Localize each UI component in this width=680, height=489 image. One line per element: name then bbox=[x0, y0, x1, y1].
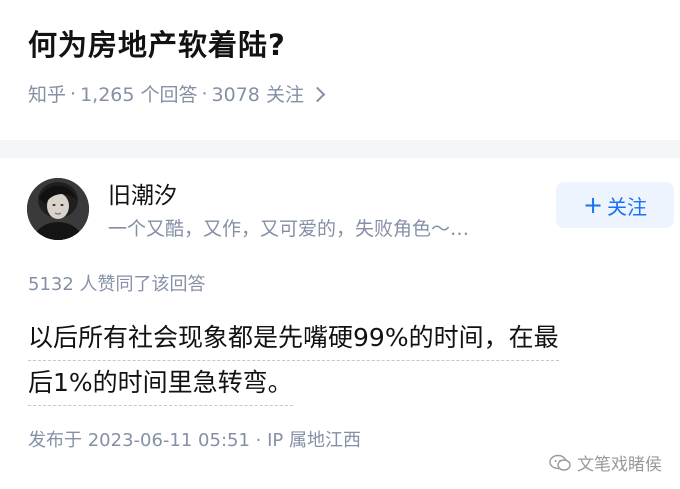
follow-button[interactable]: + 关注 bbox=[556, 182, 674, 228]
author-bio: 一个又酷，又作，又可爱的，失败角色～… bbox=[108, 218, 470, 240]
wechat-icon bbox=[549, 454, 571, 471]
plus-icon: + bbox=[582, 191, 604, 219]
follow-button-label: 关注 bbox=[607, 194, 648, 219]
question-header: 何为房地产软着陆? 知乎 · 1,265 个回答 · 3078 关注 bbox=[0, 0, 680, 140]
avatar[interactable] bbox=[27, 178, 89, 240]
avatar-photo bbox=[27, 178, 89, 240]
meta-separator: · bbox=[201, 82, 208, 105]
source-label: 知乎 bbox=[28, 84, 67, 106]
watermark: 文笔戏睹侯 bbox=[549, 450, 662, 475]
followers-count: 3078 关注 bbox=[211, 84, 304, 106]
question-meta[interactable]: 知乎 · 1,265 个回答 · 3078 关注 bbox=[28, 80, 326, 107]
vote-count: 5132 人赞同了该回答 bbox=[28, 274, 206, 295]
chevron-right-icon bbox=[309, 86, 326, 102]
answers-count: 1,265 个回答 bbox=[80, 84, 198, 106]
meta-separator: · bbox=[70, 82, 77, 105]
question-title[interactable]: 何为房地产软着陆? bbox=[28, 22, 286, 64]
answer-line: 后1%的时间里急转弯。 bbox=[28, 361, 293, 406]
answer-content[interactable]: 以后所有社会现象都是先嘴硬99%的时间，在最 后1%的时间里急转弯。 bbox=[28, 316, 658, 406]
answer-card: 旧潮汐 一个又酷，又作，又可爱的，失败角色～… + 关注 5132 人赞同了该回… bbox=[0, 158, 680, 489]
publish-info: 发布于 2023-06-11 05:51 · IP 属地江西 bbox=[28, 430, 361, 451]
watermark-text: 文笔戏睹侯 bbox=[577, 455, 662, 475]
author-name[interactable]: 旧潮汐 bbox=[108, 176, 177, 210]
answer-line: 以后所有社会现象都是先嘴硬99%的时间，在最 bbox=[28, 316, 559, 361]
section-divider bbox=[0, 140, 680, 158]
